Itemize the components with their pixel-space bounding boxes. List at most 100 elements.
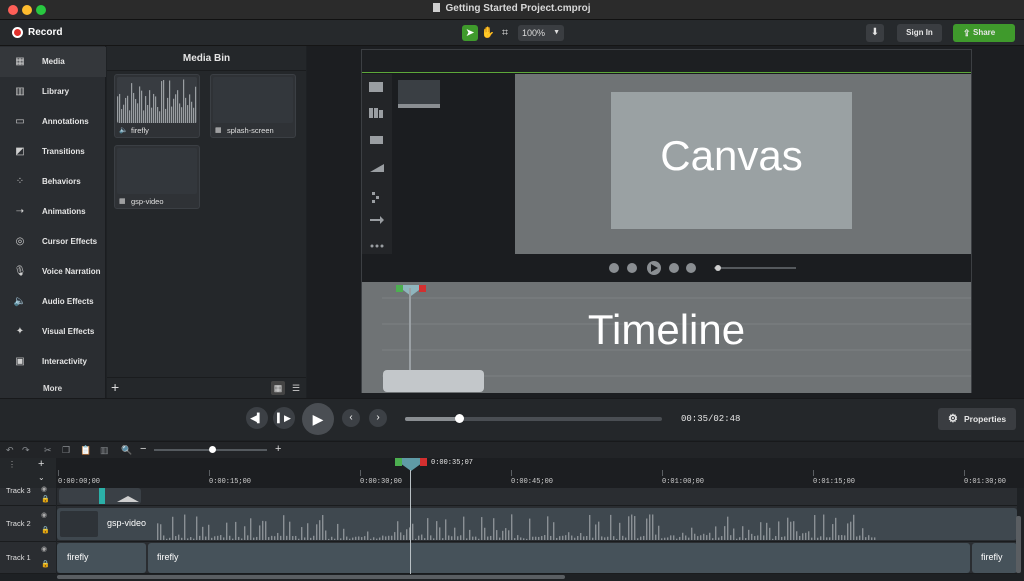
timeline-clip[interactable]: firefly: [57, 543, 146, 573]
playhead-out-marker[interactable]: [420, 458, 427, 466]
media-item-gsp-video[interactable]: ▦ gsp-video: [114, 145, 200, 209]
hand-icon[interactable]: ✋: [480, 25, 496, 41]
timeline-ruler[interactable]: ⋮ + ⌄ 0:00:00;00 0:00:15;00 0:00:30;00 0…: [0, 458, 1024, 488]
list-view-icon[interactable]: ☰: [289, 381, 303, 395]
sidebar-item-behaviors[interactable]: ⁘ Behaviors: [0, 167, 106, 197]
waveform-bar: [397, 521, 399, 540]
sidebar-item-media[interactable]: ▦ Media: [0, 47, 106, 77]
waveform-bar: [688, 537, 690, 540]
waveform-bar: [565, 535, 567, 540]
media-bin-footer: + ▦ ☰: [107, 377, 306, 398]
step-forward-icon[interactable]: ▍▶: [273, 407, 295, 429]
waveform-bar: [445, 519, 447, 540]
lock-icon[interactable]: 🔒: [41, 495, 50, 503]
sidebar-item-voice-narration[interactable]: 🎙 Voice Narration: [0, 257, 106, 287]
timeline-zoom-slider[interactable]: [154, 446, 267, 453]
media-item-firefly[interactable]: 🔈 firefly: [114, 74, 200, 138]
magnet-icon[interactable]: ⋮: [8, 460, 16, 469]
crop-icon[interactable]: ⌗: [497, 25, 513, 41]
previous-marker-icon[interactable]: ‹: [342, 409, 360, 427]
lock-icon[interactable]: 🔒: [41, 560, 50, 568]
waveform-bar: [177, 90, 179, 123]
sidebar-item-audio-effects[interactable]: 🔈 Audio Effects: [0, 287, 106, 317]
sidebar-item-transitions[interactable]: ◩ Transitions: [0, 137, 106, 167]
waveform-bar: [183, 79, 185, 123]
zoom-search-icon[interactable]: 🔍: [121, 445, 132, 456]
waveform-bar: [316, 524, 318, 540]
eye-icon[interactable]: ◉: [41, 545, 47, 553]
waveform-bar: [382, 535, 384, 540]
copy-icon[interactable]: ❐: [62, 445, 70, 456]
eye-icon[interactable]: ◉: [41, 485, 47, 493]
sidebar-item-label: Audio Effects: [42, 297, 94, 306]
paste-icon[interactable]: 📋: [80, 445, 91, 456]
more-button[interactable]: More: [43, 384, 62, 393]
grid-view-icon[interactable]: ▦: [271, 381, 285, 395]
record-button[interactable]: Record: [28, 27, 62, 38]
sidebar-item-library[interactable]: ▥ Library: [0, 77, 106, 107]
waveform-bar: [171, 106, 173, 123]
waveform-bar: [583, 536, 585, 540]
zoom-in-icon[interactable]: +: [275, 443, 281, 455]
timeline-clip[interactable]: gsp-video: [57, 508, 1017, 540]
timeline-clip[interactable]: firefly: [148, 543, 970, 573]
sidebar-item-annotations[interactable]: ▭ Annotations: [0, 107, 106, 137]
waveform-bar: [161, 81, 163, 123]
record-icon[interactable]: [12, 27, 23, 38]
waveform-bar: [496, 530, 498, 540]
track-header-3[interactable]: Track 3 ◉ 🔒: [0, 485, 56, 506]
track-lane-1[interactable]: firefly firefly firefly: [57, 542, 1017, 574]
add-media-icon[interactable]: +: [111, 379, 119, 395]
timeline-clip[interactable]: firefly: [972, 543, 1017, 573]
sidebar-item-visual-effects[interactable]: ✦ Visual Effects: [0, 317, 106, 347]
sign-in-button[interactable]: Sign In: [897, 24, 942, 42]
undo-icon[interactable]: ↶: [6, 445, 14, 456]
waveform-bar: [184, 514, 186, 540]
sidebar-item-interactivity[interactable]: ▣ Interactivity: [0, 347, 106, 377]
media-item-name: firefly: [131, 126, 149, 135]
scrubber-handle[interactable]: [454, 414, 464, 423]
waveform-bar: [739, 537, 741, 540]
timeline-zoom-handle[interactable]: [208, 446, 216, 453]
media-item-splash-screen[interactable]: ▦ splash-screen: [210, 74, 296, 138]
play-icon[interactable]: ▶: [302, 403, 334, 435]
chevron-down-icon[interactable]: ⌄: [38, 473, 45, 482]
film-strip-icon: ▦: [15, 56, 25, 67]
playhead-in-marker[interactable]: [395, 458, 402, 466]
sidebar-item-label: Behaviors: [42, 177, 81, 186]
sidebar-item-cursor-effects[interactable]: ◎ Cursor Effects: [0, 227, 106, 257]
zoom-out-icon[interactable]: −: [140, 443, 146, 455]
track-lane-2[interactable]: gsp-video: [57, 506, 1017, 542]
playback-scrubber[interactable]: [405, 414, 662, 423]
behaviors-icon: ⁘: [15, 176, 25, 187]
pointer-icon[interactable]: ➤: [462, 25, 478, 41]
waveform-bar: [718, 537, 720, 540]
properties-button[interactable]: ⚙ Properties: [938, 408, 1016, 430]
waveform-bar: [865, 537, 867, 540]
eye-icon[interactable]: ◉: [41, 511, 47, 519]
playhead-handle[interactable]: [402, 458, 420, 471]
download-icon[interactable]: ⬇: [866, 24, 884, 42]
horizontal-scrollbar[interactable]: [57, 575, 565, 579]
step-back-icon[interactable]: ◀▍: [246, 407, 268, 429]
waveform-bar: [610, 514, 612, 540]
redo-icon[interactable]: ↷: [22, 445, 30, 456]
cut-icon[interactable]: ✂: [44, 445, 52, 456]
sidebar-item-animations[interactable]: ➝ Animations: [0, 197, 106, 227]
split-icon[interactable]: ▥: [100, 445, 109, 456]
track-lane-3[interactable]: [57, 488, 1017, 506]
lock-icon[interactable]: 🔒: [41, 526, 50, 534]
track-header-1[interactable]: Track 1 ◉ 🔒: [0, 542, 56, 574]
waveform-bar: [562, 535, 564, 540]
track-header-2[interactable]: Track 2 ◉ 🔒: [0, 506, 56, 542]
canvas-preview[interactable]: Canvas Timeline: [361, 49, 972, 393]
waveform-bar: [811, 537, 813, 540]
add-track-icon[interactable]: +: [38, 458, 44, 470]
video-icon: ▦: [119, 198, 126, 205]
share-button[interactable]: ⇪ Share: [953, 24, 1015, 42]
next-marker-icon[interactable]: ›: [369, 409, 387, 427]
vertical-scrollbar[interactable]: [1016, 516, 1021, 573]
media-item-name: gsp-video: [131, 197, 164, 206]
zoom-select[interactable]: 100% ▼: [518, 25, 564, 41]
timeline-clip[interactable]: [59, 488, 141, 504]
